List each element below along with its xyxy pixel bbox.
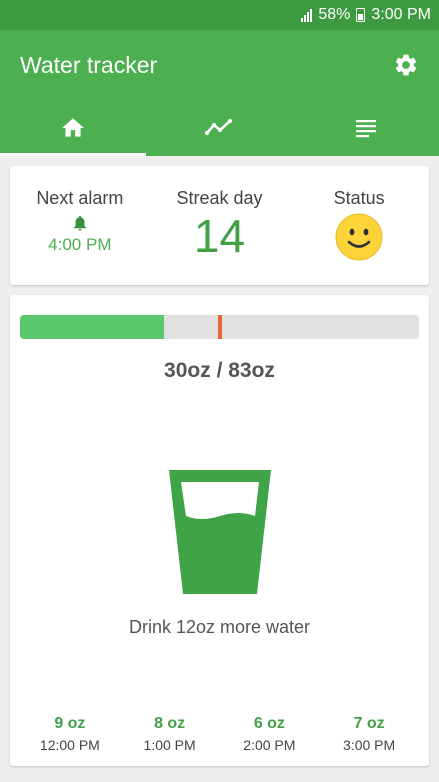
- remaining-message: Drink 12oz more water: [128, 617, 311, 637]
- signal-icon: [301, 8, 313, 22]
- home-icon: [62, 118, 84, 137]
- status-label: Status: [333, 188, 385, 208]
- log-time: 2:00 PM: [243, 737, 296, 753]
- progress-fill: [20, 315, 164, 339]
- trend-chart-icon: [205, 119, 233, 135]
- app-bar: Water tracker: [0, 30, 439, 100]
- battery-percent: 58%: [318, 6, 351, 23]
- log-time: 12:00 PM: [39, 737, 100, 753]
- bell-icon: [73, 215, 86, 231]
- log-item[interactable]: 7 oz 3:00 PM: [324, 715, 414, 753]
- intake-log: 9 oz 12:00 PM 8 oz 1:00 PM 6 oz 2:00 PM …: [10, 715, 429, 753]
- smiley-icon: [335, 213, 383, 261]
- next-alarm[interactable]: Next alarm 4:00 PM: [15, 188, 145, 255]
- tab-history-chart[interactable]: [146, 100, 292, 156]
- status-bar: 58% 3:00 PM: [0, 0, 439, 30]
- gear-icon[interactable]: [393, 52, 419, 78]
- clock: 3:00 PM: [371, 6, 431, 23]
- goal-marker: [217, 315, 222, 339]
- summary-card: Next alarm 4:00 PM Streak day 14 Status: [10, 166, 429, 285]
- battery-icon: [356, 8, 366, 22]
- tab-log-list[interactable]: [293, 100, 439, 156]
- app-title: Water tracker: [20, 51, 158, 78]
- water-glass-icon[interactable]: [169, 470, 271, 594]
- intake-card: 30oz / 83oz Drink 12oz more water 9 oz 1…: [10, 295, 429, 766]
- log-item[interactable]: 9 oz 12:00 PM: [25, 715, 115, 753]
- status: Status: [294, 188, 424, 261]
- log-amount: 7 oz: [353, 715, 385, 732]
- log-item[interactable]: 8 oz 1:00 PM: [125, 715, 215, 753]
- log-amount: 6 oz: [253, 715, 285, 732]
- list-icon: [355, 120, 376, 138]
- streak-value: 14: [193, 210, 246, 262]
- log-time: 3:00 PM: [343, 737, 396, 753]
- streak: Streak day 14: [154, 188, 284, 261]
- tab-bar: [0, 100, 439, 156]
- streak-label: Streak day: [176, 188, 263, 208]
- log-amount: 8 oz: [154, 715, 186, 732]
- next-alarm-time: 4:00 PM: [48, 235, 112, 254]
- intake-progress-bar: [20, 315, 419, 339]
- intake-amount: 30oz / 83oz: [164, 359, 275, 382]
- log-amount: 9 oz: [54, 715, 86, 732]
- tab-home[interactable]: [0, 100, 147, 156]
- log-time: 1:00 PM: [143, 737, 196, 753]
- log-item[interactable]: 6 oz 2:00 PM: [224, 715, 314, 753]
- next-alarm-label: Next alarm: [36, 188, 124, 208]
